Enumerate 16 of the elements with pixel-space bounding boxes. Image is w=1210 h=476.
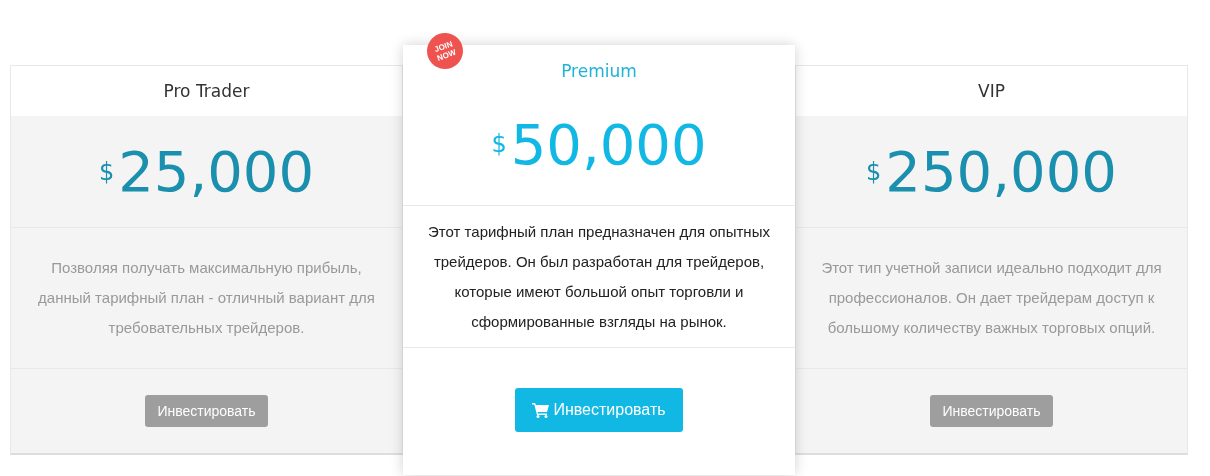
plan-name: Premium xyxy=(561,61,637,81)
plan-name: VIP xyxy=(978,81,1005,101)
cart-icon xyxy=(532,401,551,418)
plan-name: Pro Trader xyxy=(163,81,250,101)
plan-description: Этот тип учетной записи идеально подходит для профессионалов. Он дает трейдерам доступ к большому количеству важных торговых опций. xyxy=(820,258,1163,338)
currency-sign: $ xyxy=(866,157,882,186)
plan-price: 25,000 xyxy=(118,139,315,204)
plan-description: Позволяя получать максимальную прибыль, данный тарифный план - отличный вариант для требовательных трейдеров. xyxy=(37,258,376,338)
plan-price: 250,000 xyxy=(885,139,1117,204)
plan-price: 50,000 xyxy=(510,111,707,177)
plan-description: Этот тарифный план предназначен для опытных трейдеров. Он был разработан для трейдеров, которые имеют большой опыт торговли и сформированные взгляды на рынок. xyxy=(427,221,771,332)
currency-sign: $ xyxy=(98,157,115,186)
currency-sign: $ xyxy=(491,130,507,158)
invest-button[interactable]: Инвестировать xyxy=(515,387,683,432)
invest-button[interactable]: Инвестировать xyxy=(930,395,1053,427)
invest-button[interactable]: Инвестировать xyxy=(145,395,268,427)
